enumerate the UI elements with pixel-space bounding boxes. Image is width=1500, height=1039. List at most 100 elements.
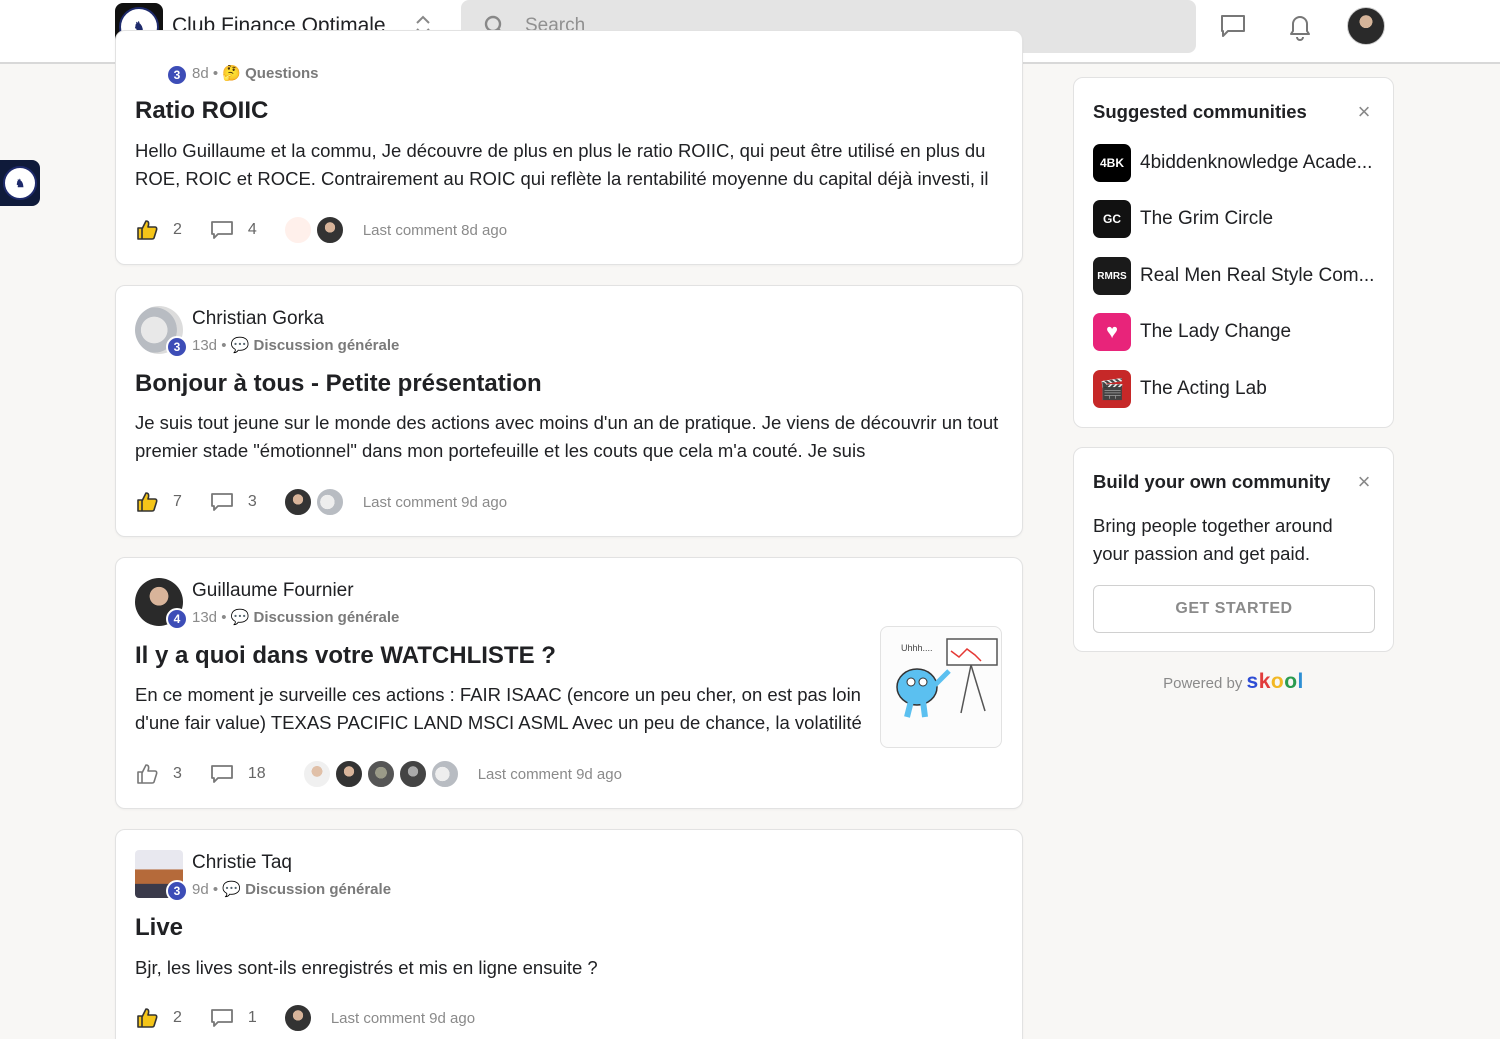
post-thumbnail[interactable]: Uhhh.... — [880, 626, 1002, 748]
commenter-avatar[interactable] — [301, 759, 332, 789]
community-icon: 🎬 — [1093, 370, 1131, 408]
get-started-button[interactable]: GET STARTED — [1093, 585, 1375, 633]
comment-icon — [211, 1009, 233, 1027]
powered-by-label: Powered by — [1163, 675, 1243, 692]
post-title[interactable]: Live — [135, 914, 183, 942]
level-badge: 4 — [166, 608, 188, 630]
community-item[interactable]: RMRS Real Men Real Style Com... — [1093, 256, 1383, 296]
post-body: En ce moment je surveille ces actions : … — [135, 684, 862, 733]
community-item[interactable]: 🎬 The Acting Lab — [1093, 369, 1383, 409]
build-description: Bring people together around your passio… — [1093, 515, 1333, 564]
commenter-avatars — [281, 487, 345, 517]
post-card[interactable]: 3 Christie Taq 9d • 💬 Discussion général… — [115, 829, 1023, 1039]
category-emoji: 💬 — [230, 337, 250, 354]
commenter-avatar[interactable] — [314, 215, 345, 245]
community-item[interactable]: 4BK 4biddenknowledge Acade... — [1093, 143, 1383, 183]
community-icon: RMRS — [1093, 257, 1131, 295]
community-icon: 4BK — [1093, 144, 1131, 182]
commenter-avatars — [281, 1003, 313, 1033]
post-title[interactable]: Ratio ROIIC — [135, 97, 268, 125]
commenter-avatar[interactable] — [282, 487, 313, 517]
commenter-avatar[interactable] — [314, 487, 345, 517]
close-icon[interactable]: × — [1353, 101, 1375, 123]
close-icon[interactable]: × — [1353, 471, 1375, 493]
community-name: 4biddenknowledge Acade... — [1140, 152, 1373, 173]
thumbs-up-icon — [137, 764, 158, 784]
community-item[interactable]: GC The Grim Circle — [1093, 199, 1383, 239]
suggested-communities-panel: Suggested communities × 4BK 4biddenknowl… — [1073, 77, 1394, 428]
post-title[interactable]: Bonjour à tous - Petite présentation — [135, 370, 542, 398]
thumbs-up-icon — [137, 220, 158, 240]
commenter-avatars — [281, 215, 345, 245]
comment-button[interactable]: 1 — [210, 1007, 257, 1029]
comment-button[interactable]: 3 — [210, 491, 257, 513]
comment-button[interactable]: 4 — [210, 219, 257, 241]
community-item[interactable]: ♥ The Lady Change — [1093, 312, 1383, 352]
post-meta: 13d • 💬 Discussion générale — [192, 337, 400, 354]
like-button[interactable]: 7 — [135, 490, 182, 514]
post-time: 13d — [192, 337, 218, 354]
community-name: The Grim Circle — [1140, 208, 1274, 229]
post-title[interactable]: Il y a quoi dans votre WATCHLISTE ? — [135, 642, 556, 670]
panel-title: Build your own community — [1093, 471, 1331, 492]
comment-icon — [211, 221, 233, 239]
like-button[interactable]: 2 — [135, 218, 182, 242]
comment-count: 1 — [247, 1009, 257, 1026]
community-icon: ♥ — [1093, 313, 1131, 351]
comment-count: 18 — [247, 765, 266, 782]
community-icon: GC — [1093, 200, 1131, 238]
community-name: Real Men Real Style Com... — [1140, 265, 1375, 286]
post-category[interactable]: Discussion générale — [253, 337, 399, 354]
commenter-avatar[interactable] — [282, 215, 313, 245]
chat-icon[interactable] — [1217, 10, 1249, 42]
sidebar-club-emblem: ♞ — [3, 166, 37, 200]
post-meta: 13d • 💬 Discussion générale — [192, 609, 400, 626]
commenter-avatar[interactable] — [397, 759, 428, 789]
author-name[interactable]: Christian Gorka — [192, 308, 324, 330]
post-actions: 2 4 Last comment 8d ago — [135, 214, 507, 246]
post-meta: 8d • 🤔 Questions — [192, 65, 319, 82]
author-name[interactable]: Christie Taq — [192, 852, 292, 874]
comment-button[interactable]: 18 — [210, 763, 266, 785]
panel-title: Suggested communities — [1093, 101, 1307, 122]
commenter-avatar[interactable] — [333, 759, 364, 789]
commenter-avatar[interactable] — [365, 759, 396, 789]
post-actions: 7 3 Last comment 9d ago — [135, 486, 507, 518]
comment-icon — [211, 493, 233, 511]
commenter-avatar[interactable] — [282, 1003, 313, 1033]
like-button[interactable]: 2 — [135, 1006, 182, 1030]
level-badge: 3 — [166, 336, 188, 358]
post-time: 9d — [192, 881, 209, 898]
category-emoji: 💬 — [222, 881, 241, 898]
post-body: Bjr, les lives sont-ils enregistrés et m… — [135, 957, 598, 978]
like-count: 2 — [173, 221, 182, 238]
author-name[interactable]: Guillaume Fournier — [192, 580, 354, 602]
community-name: The Lady Change — [1140, 321, 1292, 342]
commenter-avatars — [300, 759, 460, 789]
post-category[interactable]: Discussion générale — [253, 609, 399, 626]
post-category[interactable]: Questions — [245, 65, 318, 82]
post-meta: 9d • 💬 Discussion générale — [192, 881, 392, 898]
last-comment: Last comment 9d ago — [477, 765, 622, 783]
thumbs-up-icon — [137, 492, 158, 512]
post-actions: 2 1 Last comment 9d ago — [135, 1002, 475, 1034]
skool-logo[interactable]: skool — [1247, 670, 1304, 693]
post-card[interactable]: 4 Guillaume Fournier 13d • 💬 Discussion … — [115, 557, 1023, 809]
post-card[interactable]: 3 8d • 🤔 Questions Ratio ROIIC Hello Gui… — [115, 30, 1023, 265]
category-emoji: 🤔 — [222, 65, 241, 82]
community-name: The Acting Lab — [1140, 378, 1267, 399]
sidebar-club-logo[interactable]: ♞ — [0, 160, 40, 206]
post-card[interactable]: 3 Christian Gorka 13d • 💬 Discussion gén… — [115, 285, 1023, 537]
build-community-panel: Build your own community × Bring people … — [1073, 447, 1394, 652]
bell-icon[interactable] — [1284, 10, 1316, 42]
comment-icon — [211, 765, 233, 783]
post-time: 8d — [192, 65, 209, 82]
like-count: 7 — [173, 493, 182, 510]
user-avatar[interactable] — [1347, 7, 1385, 45]
commenter-avatar[interactable] — [429, 759, 460, 789]
post-category[interactable]: Discussion générale — [245, 881, 391, 898]
level-badge: 3 — [166, 880, 188, 902]
like-button[interactable]: 3 — [135, 762, 182, 786]
comment-count: 3 — [247, 493, 257, 510]
level-badge: 3 — [166, 64, 188, 86]
